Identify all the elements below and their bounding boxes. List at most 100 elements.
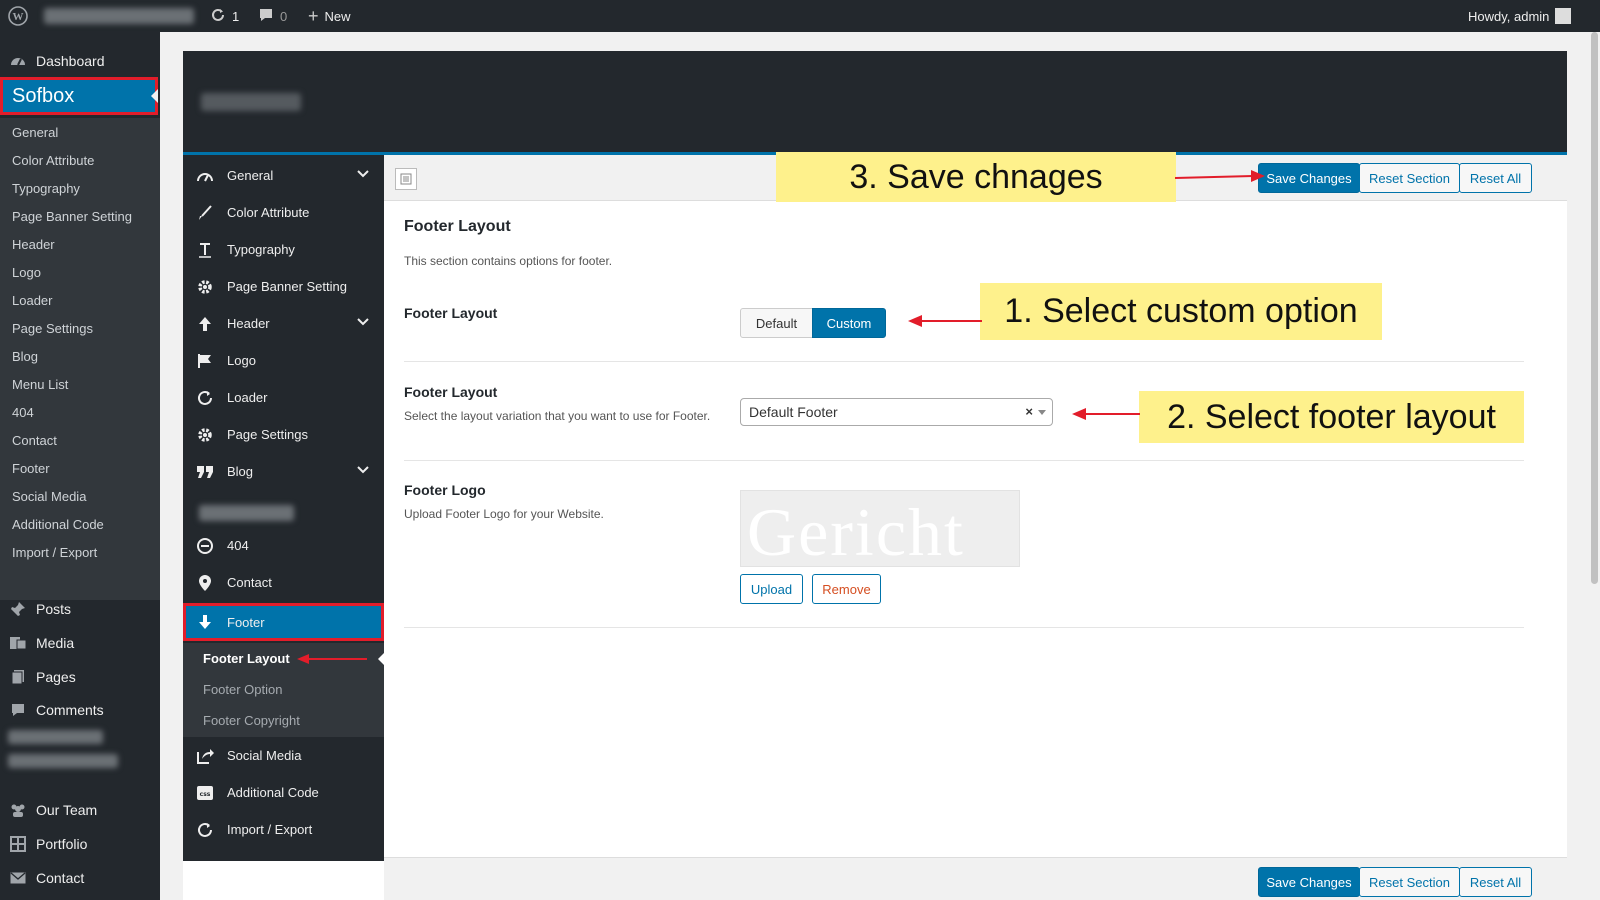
submenu-item[interactable]: 404 — [0, 398, 160, 426]
menu-posts[interactable]: Posts — [0, 592, 160, 626]
reset-all-button-bottom[interactable]: Reset All — [1459, 867, 1532, 897]
submenu-item[interactable]: Color Attribute — [0, 146, 160, 174]
page-scrollbar[interactable] — [1589, 32, 1600, 900]
submenu-item[interactable]: General — [0, 118, 160, 146]
nav-label: Contact — [227, 575, 272, 590]
arrow-up-icon — [183, 316, 227, 332]
save-changes-button[interactable]: Save Changes — [1258, 163, 1360, 193]
remove-button[interactable]: Remove — [812, 574, 881, 604]
menu-media[interactable]: Media — [0, 626, 160, 660]
nav-label: Header — [227, 316, 270, 331]
comments-link[interactable]: 0 — [258, 0, 287, 32]
nav-general[interactable]: General — [183, 157, 384, 194]
submenu-footer-option[interactable]: Footer Option — [183, 674, 384, 705]
gauge-icon — [183, 169, 227, 183]
annotation-arrow — [908, 315, 982, 327]
admin-bar: W 1 0 + New Howdy, admin — [0, 0, 1600, 32]
annotation-arrow — [1072, 408, 1140, 420]
sofbox-submenu: General Color Attribute Typography Page … — [0, 118, 160, 600]
layout-custom-button[interactable]: Custom — [812, 308, 886, 338]
reset-all-button[interactable]: Reset All — [1459, 163, 1532, 193]
comment-icon — [258, 7, 274, 26]
blurred-nav-item — [199, 505, 294, 521]
nav-loader[interactable]: Loader — [183, 379, 384, 416]
scrollbar-thumb[interactable] — [1591, 32, 1598, 584]
submenu-item[interactable]: Page Settings — [0, 314, 160, 342]
svg-text:W: W — [13, 11, 24, 23]
menu-comments[interactable]: Comments — [0, 693, 160, 727]
menu-label: Dashboard — [36, 53, 105, 69]
divider — [404, 361, 1524, 362]
nav-social-media[interactable]: Social Media — [183, 737, 384, 774]
expand-toggle-icon[interactable] — [395, 168, 417, 190]
submenu-item[interactable]: Logo — [0, 258, 160, 286]
menu-dashboard[interactable]: Dashboard — [0, 44, 160, 78]
submenu-item[interactable]: Contact — [0, 426, 160, 454]
chevron-down-icon — [356, 463, 370, 480]
submenu-item[interactable]: Footer — [0, 454, 160, 482]
nav-header[interactable]: Header — [183, 305, 384, 342]
flag-icon — [183, 353, 227, 369]
nav-contact[interactable]: Contact — [183, 564, 384, 601]
menu-our-team[interactable]: Our Team — [0, 793, 160, 827]
chevron-down-icon — [356, 315, 370, 332]
nav-additional-code[interactable]: css Additional Code — [183, 774, 384, 811]
menu-sofbox[interactable]: Sofbox — [0, 77, 158, 115]
admin-menu: Dashboard Sofbox General Color Attribute… — [0, 32, 160, 900]
clear-icon[interactable]: × — [1025, 404, 1033, 419]
submenu-item[interactable]: Social Media — [0, 482, 160, 510]
footer-logo-description: Upload Footer Logo for your Website. — [404, 507, 604, 521]
menu-contact[interactable]: Contact — [0, 861, 160, 895]
nav-blog[interactable]: Blog — [183, 453, 384, 490]
wordpress-logo-icon[interactable]: W — [8, 0, 28, 32]
menu-portfolio[interactable]: Portfolio — [0, 827, 160, 861]
menu-label: Comments — [36, 702, 104, 718]
my-account[interactable]: Howdy, admin — [1468, 0, 1572, 32]
callout-save: 3. Save chnages — [776, 152, 1176, 202]
submenu-item[interactable]: Import / Export — [0, 538, 160, 566]
nav-footer[interactable]: Footer — [183, 603, 384, 641]
site-name[interactable] — [44, 0, 194, 32]
new-content-link[interactable]: + New — [308, 0, 351, 32]
nav-color-attribute[interactable]: Color Attribute — [183, 194, 384, 231]
updates-link[interactable]: 1 — [210, 0, 239, 32]
upload-button[interactable]: Upload — [740, 574, 803, 604]
nav-label: Social Media — [227, 748, 302, 763]
share-icon — [183, 747, 227, 765]
menu-label: Contact — [36, 870, 85, 886]
layout-default-button[interactable]: Default — [740, 308, 813, 338]
arrow-down-icon — [183, 614, 227, 630]
submenu-item[interactable]: Loader — [0, 286, 160, 314]
footer-submenu: Footer Layout Footer Option Footer Copyr… — [183, 643, 384, 737]
reset-section-button[interactable]: Reset Section — [1359, 163, 1460, 193]
footer-layout-select[interactable]: Default Footer × — [740, 398, 1053, 426]
mail-icon — [0, 872, 36, 884]
reset-section-button-bottom[interactable]: Reset Section — [1359, 867, 1460, 897]
nav-page-banner-setting[interactable]: Page Banner Setting — [183, 268, 384, 305]
footer-variation-label: Footer Layout — [404, 384, 498, 400]
location-pin-icon — [183, 574, 227, 592]
nav-import-export[interactable]: Import / Export — [183, 811, 384, 848]
nav-label: Page Settings — [227, 427, 308, 442]
submenu-item[interactable]: Blog — [0, 342, 160, 370]
save-changes-button-bottom[interactable]: Save Changes — [1258, 867, 1360, 897]
refresh-icon — [183, 389, 227, 407]
submenu-item[interactable]: Typography — [0, 174, 160, 202]
howdy-text: Howdy, admin — [1468, 8, 1550, 24]
menu-pages[interactable]: Pages — [0, 660, 160, 694]
gear-icon — [183, 278, 227, 296]
blurred-menu-items — [8, 724, 128, 772]
submenu-footer-copyright[interactable]: Footer Copyright — [183, 705, 384, 736]
nav-404[interactable]: 404 — [183, 527, 384, 564]
nav-label: Import / Export — [227, 822, 313, 837]
nav-logo[interactable]: Logo — [183, 342, 384, 379]
nav-typography[interactable]: Typography — [183, 231, 384, 268]
submenu-item[interactable]: Header — [0, 230, 160, 258]
submenu-item[interactable]: Menu List — [0, 370, 160, 398]
submenu-item[interactable]: Additional Code — [0, 510, 160, 538]
nav-page-settings[interactable]: Page Settings — [183, 416, 384, 453]
menu-label: Sofbox — [12, 84, 75, 107]
submenu-item[interactable]: Page Banner Setting — [0, 202, 160, 230]
nav-label: Typography — [227, 242, 295, 257]
annotation-arrow — [1175, 170, 1265, 182]
